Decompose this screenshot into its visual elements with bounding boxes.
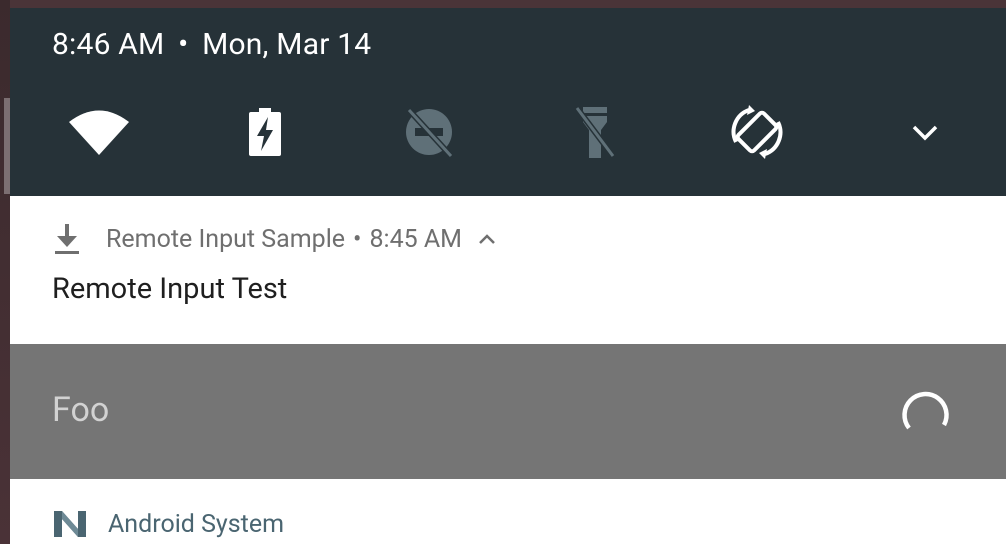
- qs-tile-flashlight[interactable]: [560, 102, 630, 162]
- notification-android-system[interactable]: Android System: [10, 479, 1006, 544]
- notification2-header: Android System: [52, 507, 284, 541]
- chevron-up-icon[interactable]: [476, 231, 498, 247]
- notification-header: Remote Input Sample • 8:45 AM: [52, 222, 498, 256]
- do-not-disturb-off-icon: [406, 107, 454, 159]
- battery-charging-icon: [249, 108, 281, 156]
- download-icon: [55, 224, 79, 254]
- progress-spinner-icon: [902, 391, 949, 430]
- remote-input-bar[interactable]: Foo: [10, 344, 1006, 479]
- auto-rotate-icon: [731, 105, 783, 159]
- quick-settings-panel: 8:46 AM • Mon, Mar 14: [10, 8, 1006, 196]
- qs-tile-wifi[interactable]: [64, 102, 134, 162]
- notification-time: 8:45 AM: [369, 224, 463, 254]
- expand-quick-settings-button[interactable]: [890, 102, 960, 162]
- background-edge: [0, 0, 10, 544]
- qs-tile-battery[interactable]: [230, 102, 300, 162]
- qs-tile-auto-rotate[interactable]: [722, 102, 792, 162]
- time-date-separator: •: [178, 27, 189, 62]
- remote-input-field[interactable]: Foo: [52, 390, 109, 430]
- clock-time: 8:46 AM: [52, 27, 165, 62]
- flashlight-off-icon: [574, 106, 616, 158]
- wifi-icon: [69, 110, 129, 155]
- notification-remote-input[interactable]: Remote Input Sample • 8:45 AM Remote Inp…: [10, 196, 1006, 344]
- qs-tile-do-not-disturb[interactable]: [394, 102, 464, 162]
- chevron-down-icon: [912, 125, 938, 141]
- current-date[interactable]: Mon, Mar 14: [202, 27, 371, 62]
- android-n-icon: [54, 511, 86, 537]
- date-time: 8:46 AM • Mon, Mar 14: [52, 27, 371, 62]
- header-separator: •: [353, 224, 362, 254]
- notification-shade: 8:46 AM • Mon, Mar 14 Remote Input Sampl…: [0, 0, 1006, 544]
- notification2-app-name: Android System: [108, 509, 285, 539]
- notification-title: Remote Input Test: [52, 272, 288, 306]
- notification-app-name: Remote Input Sample: [106, 224, 346, 254]
